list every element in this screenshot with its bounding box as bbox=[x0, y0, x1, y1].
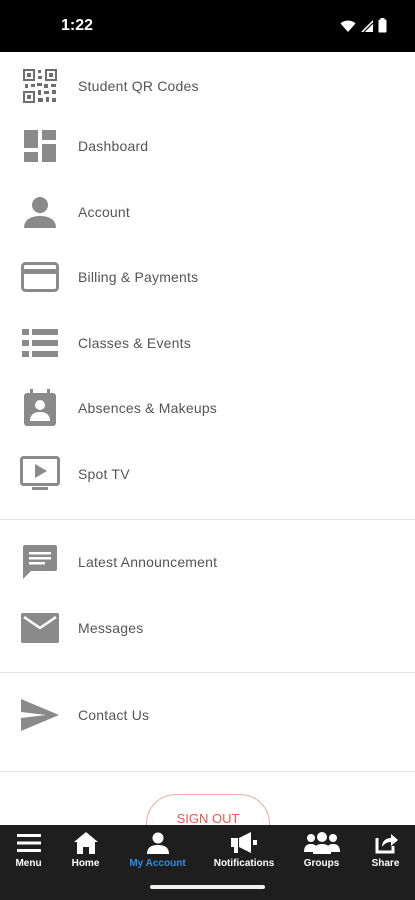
person-icon bbox=[20, 192, 60, 232]
status-icons bbox=[340, 18, 387, 33]
menu-item-label: Spot TV bbox=[78, 466, 130, 482]
tab-menu[interactable]: Menu bbox=[0, 825, 57, 875]
tab-label: Groups bbox=[303, 858, 340, 869]
section-divider bbox=[0, 672, 415, 673]
menu-item-label: Latest Announcement bbox=[78, 554, 218, 570]
menu-item-label: Account bbox=[78, 204, 130, 220]
home-icon bbox=[73, 831, 98, 855]
menu-item-label: Absences & Makeups bbox=[78, 400, 218, 416]
menu-item-dashboard[interactable]: Dashboard bbox=[0, 116, 415, 176]
battery-icon bbox=[378, 18, 387, 33]
menu-item-billing-payments[interactable]: Billing & Payments bbox=[0, 247, 415, 307]
tab-label: My Account bbox=[129, 858, 186, 869]
announcement-icon bbox=[20, 542, 60, 582]
menu-item-label: Dashboard bbox=[78, 138, 149, 154]
mail-icon bbox=[20, 608, 60, 648]
status-bar: 1:22 bbox=[0, 0, 415, 52]
wifi-icon bbox=[340, 20, 356, 32]
menu-item-account[interactable]: Account bbox=[0, 182, 415, 242]
menu-item-label: Student QR Codes bbox=[78, 78, 199, 94]
menu-item-absences-makeups[interactable]: Absences & Makeups bbox=[0, 378, 415, 438]
menu-item-label: Contact Us bbox=[78, 707, 150, 723]
cell-signal-icon bbox=[361, 19, 374, 32]
tv-play-icon bbox=[20, 454, 60, 494]
tab-groups[interactable]: Groups bbox=[287, 825, 356, 875]
menu-item-student-qr-codes[interactable]: Student QR Codes bbox=[0, 56, 415, 116]
menu-item-classes-events[interactable]: Classes & Events bbox=[0, 313, 415, 373]
menu-item-spot-tv[interactable]: Spot TV bbox=[0, 444, 415, 504]
account-menu-screen: Student QR Codes Dashboard Account Billi… bbox=[0, 52, 415, 825]
menu-item-messages[interactable]: Messages bbox=[0, 598, 415, 658]
tab-notifications[interactable]: Notifications bbox=[201, 825, 287, 875]
tab-label: Share bbox=[371, 858, 400, 869]
sign-out-button[interactable]: SIGN OUT bbox=[146, 794, 270, 825]
section-divider bbox=[0, 771, 415, 772]
system-navigation-bar bbox=[0, 875, 415, 900]
menu-item-contact-us[interactable]: Contact Us bbox=[0, 685, 415, 745]
hamburger-icon bbox=[16, 831, 41, 855]
group-icon bbox=[303, 831, 340, 855]
qr-code-icon bbox=[20, 66, 60, 106]
dashboard-icon bbox=[20, 126, 60, 166]
megaphone-icon bbox=[231, 831, 257, 855]
list-icon bbox=[20, 323, 60, 363]
attendance-icon bbox=[20, 388, 60, 428]
menu-item-latest-announcement[interactable]: Latest Announcement bbox=[0, 532, 415, 592]
bottom-tab-bar: Menu Home My Account Notifications Group… bbox=[0, 825, 415, 875]
tab-my-account[interactable]: My Account bbox=[114, 825, 201, 875]
menu-item-label: Messages bbox=[78, 620, 144, 636]
tab-share[interactable]: Share bbox=[356, 825, 415, 875]
menu-item-label: Classes & Events bbox=[78, 335, 191, 351]
share-icon bbox=[374, 831, 398, 855]
tab-label: Menu bbox=[15, 858, 42, 869]
status-time: 1:22 bbox=[61, 17, 94, 34]
credit-card-icon bbox=[20, 257, 60, 297]
tab-label: Home bbox=[71, 858, 100, 869]
tab-home[interactable]: Home bbox=[57, 825, 114, 875]
section-divider bbox=[0, 519, 415, 520]
home-indicator[interactable] bbox=[150, 885, 265, 889]
send-icon bbox=[20, 695, 60, 735]
menu-item-label: Billing & Payments bbox=[78, 269, 199, 285]
person-icon bbox=[146, 831, 169, 855]
tab-label: Notifications bbox=[213, 858, 275, 869]
